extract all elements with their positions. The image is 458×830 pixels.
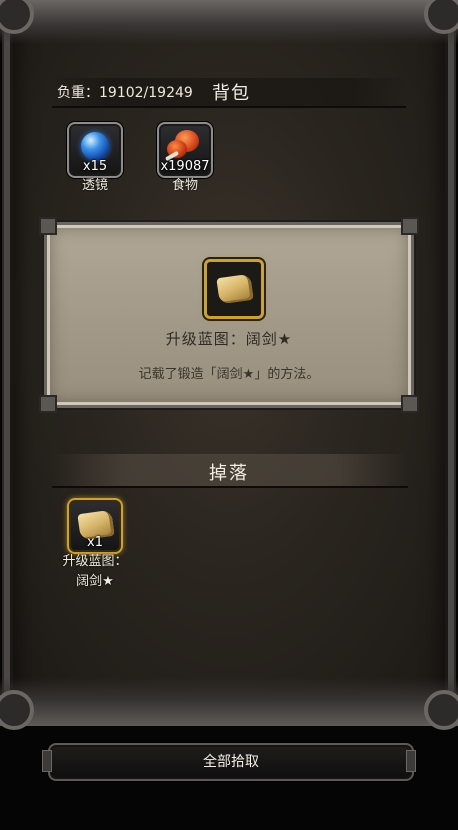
backpack-slot-food[interactable]: x19087 [157,122,213,178]
blue-orb-icon [81,132,109,160]
detail-item-description: 记载了锻造「阔剑★」的方法。 [138,367,320,382]
panel-corner [401,395,419,413]
item-label-food: 食物 [171,178,198,193]
item-detail-panel: 升级蓝图：阔剑★ 记载了锻造「阔剑★」的方法。 [39,217,419,413]
item-quantity: x1 [87,535,103,550]
backpack-title: 背包 [212,83,250,104]
frame-top-ornament [0,0,458,44]
weight-capacity-label: 负重：19102/19249 [57,85,193,101]
button-right-cap [406,750,416,772]
backpack-slot-lens[interactable]: x15 [67,122,123,178]
button-left-cap [42,750,52,772]
drops-title: 掉落 [209,463,249,484]
panel-corner [39,217,57,235]
frame-bottom-ornament [0,678,458,726]
drop-item-label-line1: 升级蓝图： [62,554,128,569]
detail-item-slot [204,259,264,319]
item-quantity: x19087 [160,159,210,174]
collect-all-button[interactable]: 全部拾取 [48,743,414,781]
drop-item-label-line2: 阔剑★ [76,574,114,589]
corner-ornament-bottom-right [424,690,458,730]
detail-item-name: 升级蓝图：阔剑★ [165,330,293,348]
item-quantity: x15 [82,159,108,174]
panel-corner [39,395,57,413]
item-label-lens: 透镜 [81,178,108,193]
panel-corner [401,217,419,235]
scroll-icon [216,273,254,305]
drop-slot-blueprint[interactable]: x1 [67,498,123,554]
